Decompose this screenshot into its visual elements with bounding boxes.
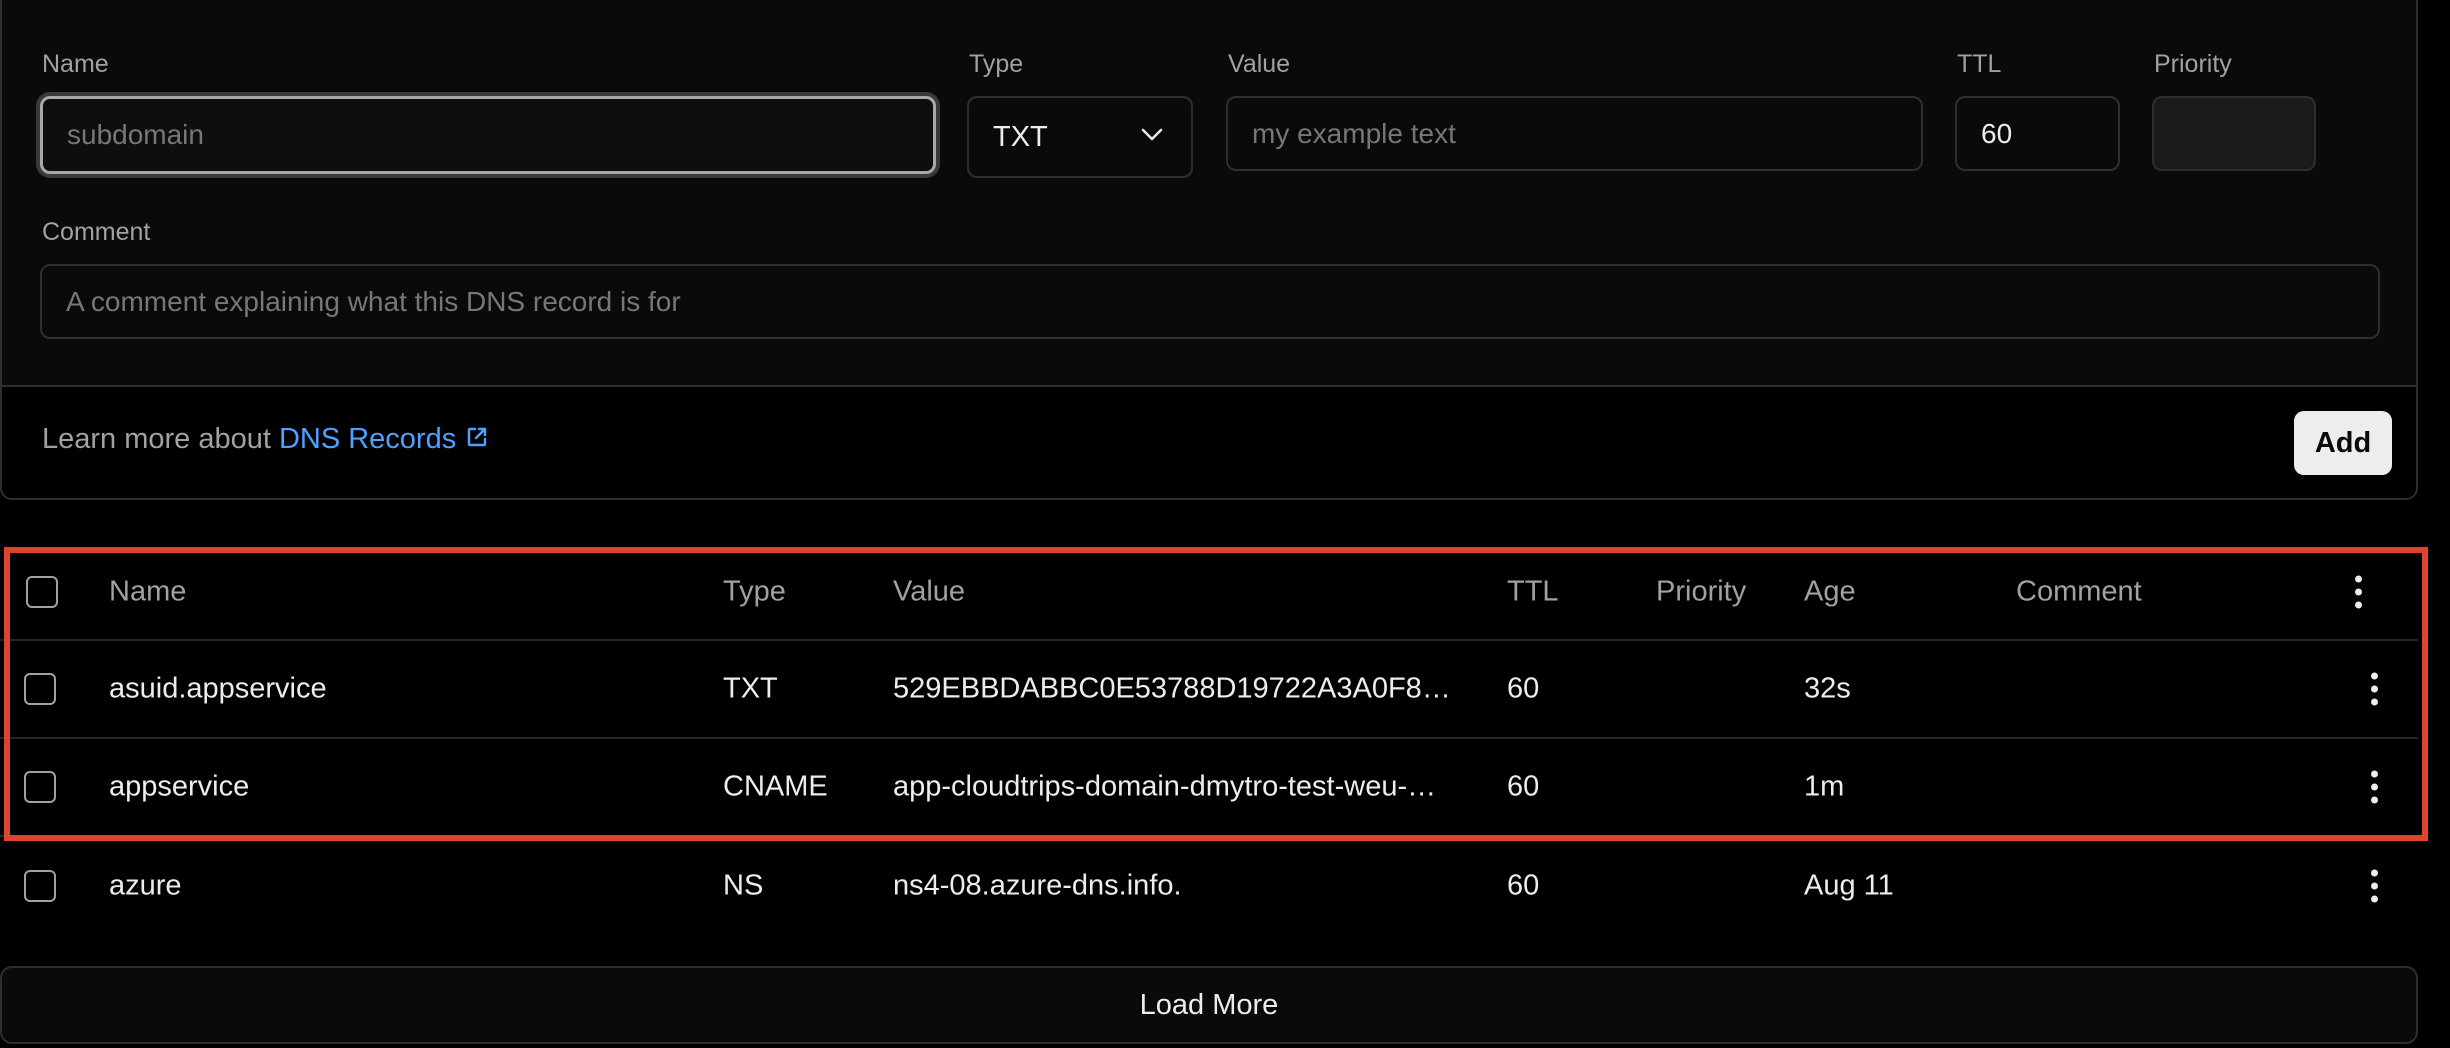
select-all-checkbox[interactable]	[26, 576, 58, 608]
type-label: Type	[969, 50, 1024, 78]
add-record-form: Name Type TXT Value TTL Priority Comment…	[0, 0, 2418, 500]
dns-records-table: Name Type Value TTL Priority Age Comment…	[0, 545, 2418, 935]
value-label: Value	[1228, 50, 1291, 78]
table-row: appservice CNAME app-cloudtrips-domain-d…	[0, 739, 2418, 837]
record-age: Aug 11	[1804, 869, 1894, 902]
record-type: CNAME	[723, 770, 828, 803]
column-header-name: Name	[109, 575, 187, 608]
type-select-value: TXT	[993, 120, 1048, 153]
record-name: azure	[109, 869, 182, 902]
external-link-icon	[466, 423, 488, 456]
record-type: TXT	[723, 672, 778, 705]
chevron-down-icon	[1141, 128, 1163, 147]
row-kebab-menu-icon[interactable]	[2370, 770, 2378, 804]
priority-input[interactable]	[2152, 96, 2316, 171]
priority-label: Priority	[2154, 50, 2232, 78]
comment-input[interactable]	[40, 264, 2380, 339]
form-footer: Learn more about DNS Records Add	[2, 385, 2416, 498]
dns-records-link[interactable]: DNS Records	[279, 423, 488, 456]
column-header-comment: Comment	[2016, 575, 2142, 608]
row-checkbox[interactable]	[24, 673, 56, 705]
learn-more-text: Learn more about DNS Records	[42, 423, 488, 456]
record-name: asuid.appservice	[109, 672, 327, 705]
record-value: ns4-08.azure-dns.info.	[893, 869, 1182, 902]
row-checkbox[interactable]	[24, 870, 56, 902]
type-select[interactable]: TXT	[967, 96, 1193, 178]
column-header-age: Age	[1804, 575, 1856, 608]
record-name: appservice	[109, 770, 250, 803]
column-header-type: Type	[723, 575, 786, 608]
record-value: app-cloudtrips-domain-dmytro-test-weu-…	[893, 770, 1437, 803]
record-age: 1m	[1804, 770, 1845, 803]
add-button[interactable]: Add	[2294, 411, 2392, 475]
ttl-label: TTL	[1957, 50, 2002, 78]
row-checkbox[interactable]	[24, 771, 56, 803]
learn-more-prefix: Learn more about	[42, 423, 271, 455]
column-header-value: Value	[893, 575, 966, 608]
load-more-button[interactable]: Load More	[0, 966, 2418, 1044]
name-label: Name	[42, 50, 109, 78]
name-input[interactable]	[40, 96, 936, 174]
table-header: Name Type Value TTL Priority Age Comment	[0, 545, 2418, 641]
header-kebab-menu-icon[interactable]	[2354, 575, 2362, 609]
record-value: 529EBBDABBC0E53788D19722A3A0F85…	[893, 672, 1453, 705]
record-type: NS	[723, 869, 764, 902]
record-age: 32s	[1804, 672, 1851, 705]
dns-records-link-label: DNS Records	[278, 423, 457, 455]
column-header-ttl: TTL	[1507, 575, 1559, 608]
comment-label: Comment	[42, 218, 151, 246]
column-header-priority: Priority	[1656, 575, 1747, 608]
value-input[interactable]	[1226, 96, 1923, 171]
row-kebab-menu-icon[interactable]	[2370, 672, 2378, 706]
record-ttl: 60	[1507, 672, 1540, 705]
table-row: azure NS ns4-08.azure-dns.info. 60 Aug 1…	[0, 837, 2418, 935]
record-ttl: 60	[1507, 869, 1540, 902]
ttl-input[interactable]	[1955, 96, 2120, 171]
table-row: asuid.appservice TXT 529EBBDABBC0E53788D…	[0, 641, 2418, 739]
record-ttl: 60	[1507, 770, 1540, 803]
row-kebab-menu-icon[interactable]	[2370, 869, 2378, 903]
